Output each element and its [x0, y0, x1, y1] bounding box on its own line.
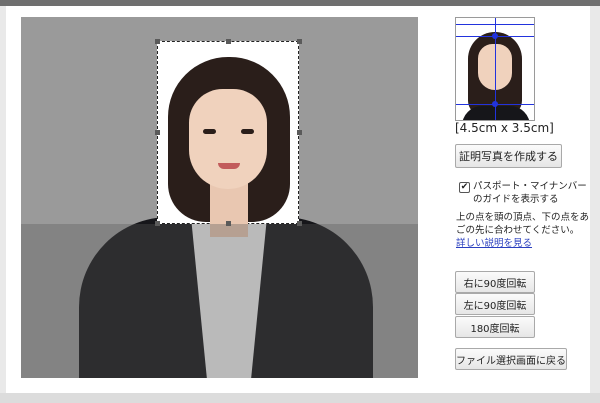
crop-handle-bottom[interactable] — [226, 221, 231, 226]
guide-option[interactable]: ✔ パスポート・マイナンバーのガイドを表示する — [459, 180, 589, 206]
guide-checkbox-label: パスポート・マイナンバーのガイドを表示する — [473, 181, 587, 205]
frame-left — [0, 6, 6, 403]
guide-bottom-point — [492, 101, 498, 107]
guide-checkbox[interactable]: ✔ — [459, 182, 470, 193]
photo-eye-left — [203, 129, 216, 134]
editor-canvas[interactable] — [21, 17, 418, 378]
frame-right — [590, 6, 600, 403]
crop-handle-bottom-right[interactable] — [297, 221, 302, 226]
crop-handle-bottom-left[interactable] — [155, 221, 160, 226]
rotate-left-button[interactable]: 左に90度回転 — [455, 293, 535, 315]
photo-size-label: [4.5cm x 3.5cm] — [455, 121, 554, 135]
rotate-180-button[interactable]: 180度回転 — [455, 316, 535, 338]
back-to-file-select-button[interactable]: ファイル選択画面に戻る — [455, 348, 567, 370]
crop-handle-top[interactable] — [226, 39, 231, 44]
photo-face — [189, 89, 267, 189]
top-strip — [0, 0, 600, 6]
help-text-block: 上の点を頭の頂点、下の点をあごの先に合わせてください。 詳しい説明を見る — [456, 211, 590, 250]
bottom-bar — [0, 393, 600, 403]
guide-top-line — [456, 24, 534, 25]
rotate-right-button[interactable]: 右に90度回転 — [455, 271, 535, 293]
crop-handle-top-left[interactable] — [155, 39, 160, 44]
photo-mouth — [218, 163, 240, 169]
crop-handle-right[interactable] — [297, 130, 302, 135]
help-text: 上の点を頭の頂点、下の点をあごの先に合わせてください。 — [456, 212, 590, 236]
crop-handle-left[interactable] — [155, 130, 160, 135]
thumb-suit — [462, 106, 530, 120]
guide-top-point — [492, 33, 498, 39]
preview-thumbnail — [455, 17, 535, 121]
crop-handle-top-right[interactable] — [297, 39, 302, 44]
help-link[interactable]: 詳しい説明を見る — [456, 238, 532, 249]
photo-eye-right — [241, 129, 254, 134]
create-photo-button[interactable]: 証明写真を作成する — [455, 144, 562, 168]
